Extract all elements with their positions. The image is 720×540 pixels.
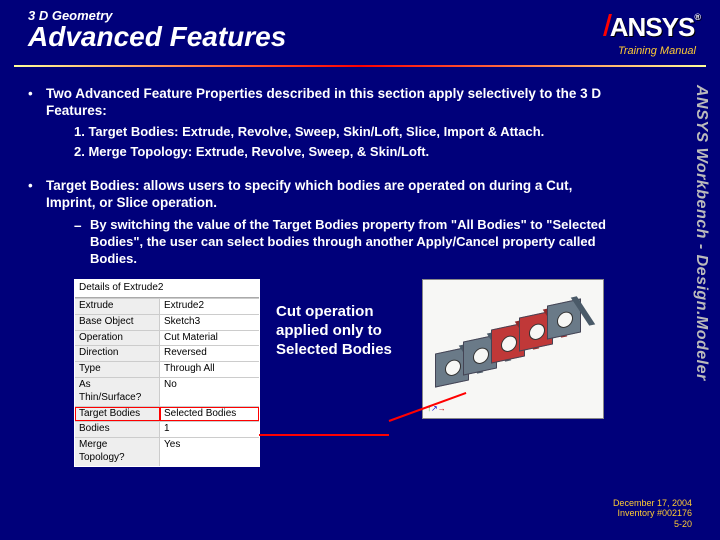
details-value: 1 [160,422,259,437]
details-value: Through All [160,362,259,377]
details-row: Base ObjectSketch3 [75,314,259,330]
ansys-logo: ANSYS® [605,12,702,43]
details-row: DirectionReversed [75,345,259,361]
details-key: As Thin/Surface? [75,378,160,406]
details-key: Type [75,362,160,377]
bullet-icon: • [28,85,46,120]
bullet-2-text: Target Bodies: allows users to specify w… [46,177,625,212]
details-panel: Details of Extrude2 ExtrudeExtrude2Base … [74,279,260,467]
details-header: Details of Extrude2 [75,280,259,298]
details-key: Bodies [75,422,160,437]
slide-footer: December 17, 2004 Inventory #002176 5-20 [613,498,692,530]
footer-inventory: Inventory #002176 [613,508,692,519]
bullet-icon: • [28,177,46,212]
details-row: Target BodiesSelected Bodies [75,406,259,422]
details-row: TypeThrough All [75,361,259,377]
bullet-1-sub2: 2. Merge Topology: Extrude, Revolve, Swe… [74,144,625,161]
details-row: OperationCut Material [75,330,259,346]
lower-area: Details of Extrude2 ExtrudeExtrude2Base … [28,279,625,467]
content-area: • Two Advanced Feature Properties descri… [0,67,665,467]
details-rows: ExtrudeExtrude2Base ObjectSketch3Operati… [75,298,259,466]
slide-title: Advanced Features [28,21,286,53]
side-label: ANSYS Workbench - Design.Modeler [692,85,710,381]
footer-date: December 17, 2004 [613,498,692,509]
bullet-1-sub1: 1. Target Bodies: Extrude, Revolve, Swee… [74,124,625,141]
title-group: 3 D Geometry Advanced Features [28,8,286,53]
details-row: ExtrudeExtrude2 [75,298,259,314]
details-key: Merge Topology? [75,438,160,466]
details-key: Extrude [75,299,160,314]
bullet-1-text: Two Advanced Feature Properties describe… [46,85,625,120]
bullet-1: • Two Advanced Feature Properties descri… [28,85,625,120]
details-key: Direction [75,346,160,361]
details-row: Bodies1 [75,421,259,437]
details-key: Target Bodies [75,407,160,422]
bullet-2: • Target Bodies: allows users to specify… [28,177,625,212]
details-value: Yes [160,438,259,466]
bullet-2-sub-text: By switching the value of the Target Bod… [90,217,625,267]
callout-text: Cut operation applied only to Selected B… [276,303,406,359]
details-value: No [160,378,259,406]
details-value: Extrude2 [160,299,259,314]
slide-header: 3 D Geometry Advanced Features ANSYS® Tr… [0,0,720,61]
details-row: Merge Topology?Yes [75,437,259,466]
logo-group: ANSYS® Training Manual [605,12,702,57]
details-value: Sketch3 [160,315,259,330]
details-value: Selected Bodies [160,407,259,422]
callout-connector-line [259,434,389,436]
details-value: Reversed [160,346,259,361]
details-row: As Thin/Surface?No [75,377,259,406]
details-key: Operation [75,331,160,346]
details-value: Cut Material [160,331,259,346]
bullet-2-sub: – By switching the value of the Target B… [74,217,625,267]
dash-icon: – [74,217,90,267]
footer-page: 5-20 [613,519,692,530]
details-key: Base Object [75,315,160,330]
training-manual-label: Training Manual [618,45,702,57]
